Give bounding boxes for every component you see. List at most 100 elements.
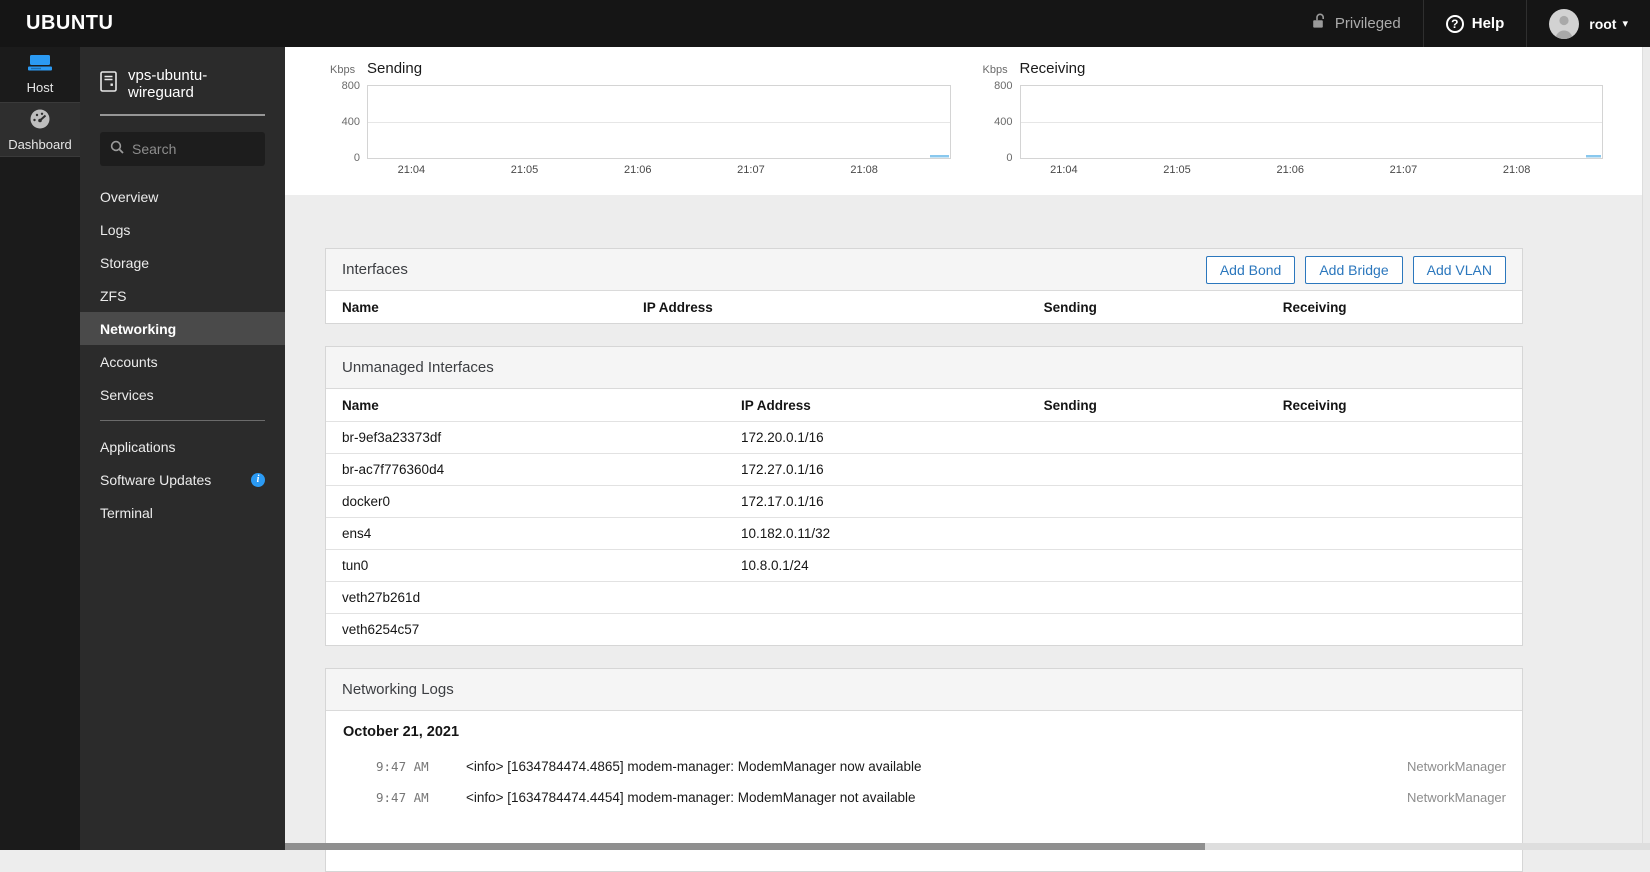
column-header-sending: Sending xyxy=(1044,389,1283,422)
nav-dashboard[interactable]: Dashboard xyxy=(0,102,80,157)
nav-rail: Host Dashboard xyxy=(0,47,80,850)
log-row[interactable]: 9:47 AM <info> [1634784474.4865] modem-m… xyxy=(342,751,1506,782)
interface-name: ens4 xyxy=(326,518,741,550)
sending-chart: Kbps Sending 8004000 21:0421:0521:0621:0… xyxy=(330,60,951,195)
logs-card-title: Networking Logs xyxy=(342,681,454,698)
unmanaged-interfaces-card: Unmanaged Interfaces Name IP Address Sen… xyxy=(325,346,1523,646)
add-vlan-button[interactable]: Add VLAN xyxy=(1413,256,1506,284)
x-axis: 21:0421:0521:0621:0721:08 xyxy=(367,159,951,181)
interfaces-card-title: Interfaces xyxy=(342,261,408,278)
sidebar-item-accounts[interactable]: Accounts xyxy=(80,345,285,378)
plot-area xyxy=(1020,85,1604,159)
interface-ip xyxy=(741,614,1044,646)
table-row[interactable]: br-ac7f776360d4172.27.0.1/16 xyxy=(326,454,1522,486)
y-axis-unit: Kbps xyxy=(983,64,1013,76)
column-header-ip: IP Address xyxy=(741,389,1044,422)
chart-title: Receiving xyxy=(1020,60,1086,77)
add-bridge-button[interactable]: Add Bridge xyxy=(1305,256,1402,284)
table-row[interactable]: veth27b261d xyxy=(326,582,1522,614)
interface-ip: 172.20.0.1/16 xyxy=(741,422,1044,454)
interface-name: tun0 xyxy=(326,550,741,582)
add-bond-button[interactable]: Add Bond xyxy=(1206,256,1296,284)
help-button[interactable]: ? Help xyxy=(1424,0,1527,47)
brand-logo: UBUNTU xyxy=(26,12,113,35)
sidebar-item-label: Software Updates xyxy=(100,472,211,488)
search-icon xyxy=(110,140,124,159)
chart-title: Sending xyxy=(367,60,422,77)
interface-name: veth27b261d xyxy=(326,582,741,614)
question-icon: ? xyxy=(1446,15,1464,33)
log-time: 9:47 AM xyxy=(376,759,444,774)
sidebar-item-networking[interactable]: Networking xyxy=(80,312,285,345)
log-date: October 21, 2021 xyxy=(342,724,1506,740)
privileged-indicator[interactable]: Privileged xyxy=(1290,0,1423,47)
interface-name: br-ac7f776360d4 xyxy=(326,454,741,486)
x-axis: 21:0421:0521:0621:0721:08 xyxy=(1020,159,1604,181)
host-name: vps-ubuntu-wireguard xyxy=(128,67,265,101)
scrollbar-thumb[interactable] xyxy=(285,843,1205,850)
table-row[interactable]: veth6254c57 xyxy=(326,614,1522,646)
interface-ip: 172.27.0.1/16 xyxy=(741,454,1044,486)
log-time: 9:47 AM xyxy=(376,790,444,805)
column-header-receiving: Receiving xyxy=(1283,291,1522,323)
sidebar-item-overview[interactable]: Overview xyxy=(80,180,285,213)
table-row[interactable]: tun010.8.0.1/24 xyxy=(326,550,1522,582)
column-header-sending: Sending xyxy=(1044,291,1283,323)
y-axis: 8004000 xyxy=(330,85,360,159)
sidebar-item-terminal[interactable]: Terminal xyxy=(80,496,285,529)
nav-host[interactable]: Host xyxy=(0,47,80,102)
interfaces-card: Interfaces Add Bond Add Bridge Add VLAN … xyxy=(325,248,1523,324)
sidebar-menu: Overview Logs Storage ZFS Networking Acc… xyxy=(80,180,285,529)
host-title: vps-ubuntu-wireguard xyxy=(80,47,285,114)
gridline xyxy=(368,122,950,123)
traffic-series xyxy=(930,155,949,158)
log-row[interactable]: 9:47 AM <info> [1634784474.4454] modem-m… xyxy=(342,782,1506,813)
plot-area xyxy=(367,85,951,159)
interfaces-table: Name IP Address Sending Receiving xyxy=(326,291,1522,323)
log-message: <info> [1634784474.4454] modem-manager: … xyxy=(466,790,916,805)
log-source: NetworkManager xyxy=(1407,759,1506,774)
info-icon: i xyxy=(251,473,265,487)
sidebar-item-applications[interactable]: Applications xyxy=(80,430,285,463)
help-label: Help xyxy=(1472,15,1505,32)
main-content: Kbps Sending 8004000 21:0421:0521:0621:0… xyxy=(285,47,1650,850)
networking-logs-card: Networking Logs October 21, 2021 9:47 AM… xyxy=(325,668,1523,872)
menu-divider xyxy=(100,420,265,421)
column-header-receiving: Receiving xyxy=(1283,389,1522,422)
nav-dashboard-label: Dashboard xyxy=(8,137,72,152)
search-box[interactable] xyxy=(100,132,265,166)
table-row[interactable]: ens410.182.0.11/32 xyxy=(326,518,1522,550)
sidebar-item-logs[interactable]: Logs xyxy=(80,213,285,246)
receiving-chart: Kbps Receiving 8004000 21:0421:0521:0621… xyxy=(983,60,1604,195)
unlock-icon xyxy=(1312,13,1326,34)
sidebar-item-zfs[interactable]: ZFS xyxy=(80,279,285,312)
interface-name: veth6254c57 xyxy=(326,614,741,646)
avatar xyxy=(1549,9,1579,39)
user-menu[interactable]: root ▾ xyxy=(1527,0,1650,47)
sidebar-item-storage[interactable]: Storage xyxy=(80,246,285,279)
interface-name: br-9ef3a23373df xyxy=(326,422,741,454)
table-row[interactable]: docker0172.17.0.1/16 xyxy=(326,486,1522,518)
server-icon xyxy=(100,71,117,97)
interface-ip: 172.17.0.1/16 xyxy=(741,486,1044,518)
nav-host-label: Host xyxy=(27,80,54,95)
unmanaged-table: Name IP Address Sending Receiving br-9ef… xyxy=(326,389,1522,645)
interface-ip: 10.8.0.1/24 xyxy=(741,550,1044,582)
vertical-scrollbar[interactable] xyxy=(1642,47,1650,843)
privileged-label: Privileged xyxy=(1335,15,1401,32)
table-row[interactable]: br-9ef3a23373df172.20.0.1/16 xyxy=(326,422,1522,454)
y-axis: 8004000 xyxy=(983,85,1013,159)
user-name: root xyxy=(1589,16,1616,32)
interface-ip xyxy=(741,582,1044,614)
horizontal-scrollbar[interactable] xyxy=(285,843,1650,850)
column-header-ip: IP Address xyxy=(643,291,1044,323)
search-input[interactable] xyxy=(132,141,313,157)
y-axis-unit: Kbps xyxy=(330,64,360,76)
sidebar-item-services[interactable]: Services xyxy=(80,378,285,411)
column-header-name: Name xyxy=(326,291,643,323)
sidebar-item-software-updates[interactable]: Software Updates i xyxy=(80,463,285,496)
log-source: NetworkManager xyxy=(1407,790,1506,805)
column-header-name: Name xyxy=(326,389,741,422)
dashboard-icon xyxy=(29,108,51,133)
traffic-series xyxy=(1586,155,1601,158)
